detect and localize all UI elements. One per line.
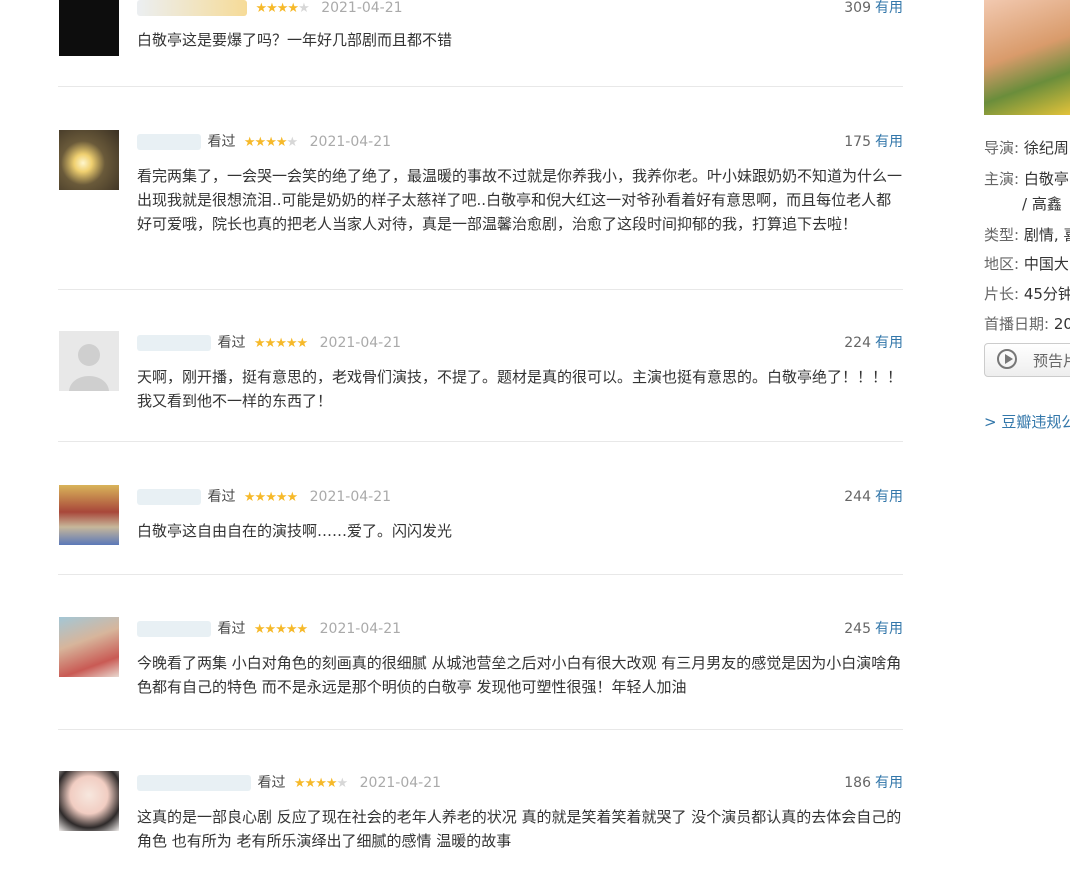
- useful-button[interactable]: 有用: [875, 335, 903, 351]
- avatar[interactable]: [59, 0, 119, 56]
- rating-stars: ★★★★★: [253, 622, 308, 637]
- vote-count: 224 有用: [844, 333, 903, 353]
- useful-button[interactable]: 有用: [875, 775, 903, 791]
- comment-text: 今晚看了两集 小白对角色的刻画真的很细腻 从城池营垒之后对小白有很大改观 有三月…: [137, 654, 902, 696]
- vote-count: 175 有用: [844, 132, 903, 152]
- comment-date: 2021-04-21: [321, 0, 403, 16]
- vote-count: 245 有用: [844, 619, 903, 639]
- runtime-value: 45分钟: [1023, 285, 1070, 303]
- director-label: 导演:: [984, 139, 1020, 157]
- useful-button[interactable]: 有用: [875, 621, 903, 637]
- avatar[interactable]: [59, 485, 119, 545]
- cast-row: 主演: 白敬亭: [984, 169, 1069, 189]
- vote-number: 224: [844, 335, 871, 351]
- vote-number: 186: [844, 775, 871, 791]
- useful-button[interactable]: 有用: [875, 134, 903, 150]
- comment-text: 白敬亭这自由自在的演技啊……爱了。闪闪发光: [137, 522, 453, 540]
- premiere-label: 首播日期:: [984, 315, 1050, 333]
- vote-count: 186 有用: [844, 773, 903, 793]
- vote-count: 244 有用: [844, 487, 903, 507]
- avatar[interactable]: [59, 331, 119, 391]
- comment-meta: 看过 ★★★★★ 2021-04-21 175 有用: [137, 132, 903, 152]
- region-value: 中国大: [1023, 255, 1069, 273]
- vote-number: 245: [844, 621, 871, 637]
- rating-stars: ★★★★★: [243, 490, 298, 505]
- region-row: 地区: 中国大: [984, 254, 1069, 274]
- rating-stars: ★★★★★: [253, 336, 308, 351]
- username-blurred[interactable]: [137, 335, 211, 351]
- comment-date: 2021-04-21: [359, 775, 442, 791]
- vote-number: 309: [844, 0, 871, 16]
- comment-item: 看过 ★★★★★ 2021-04-21 175 有用 看完两集了，一会哭一会笑的绝…: [58, 130, 903, 290]
- runtime-row: 片长: 45分钟: [984, 284, 1070, 304]
- region-label: 地区:: [984, 255, 1020, 273]
- comment-text: 看完两集了，一会哭一会笑的绝了绝了，最温暖的事故不过就是你养我小，我养你老。叶小…: [137, 167, 903, 233]
- comment-date: 2021-04-21: [319, 621, 402, 637]
- cast-more-row: / 高鑫: [1022, 194, 1062, 214]
- genre-label: 类型:: [984, 226, 1020, 244]
- comment-date: 2021-04-21: [319, 335, 402, 351]
- username-blurred[interactable]: [137, 621, 211, 637]
- comment-meta: 看过 ★★★★★ 2021-04-21 224 有用: [137, 333, 903, 353]
- comment-date: 2021-04-21: [309, 134, 392, 150]
- username-blurred[interactable]: [137, 775, 251, 791]
- vote-number: 244: [844, 489, 871, 505]
- director-link[interactable]: 徐纪周: [1024, 139, 1069, 157]
- username-blurred[interactable]: [137, 134, 201, 150]
- comment-item: 看过 ★★★★★ 2021-04-21 244 有用 白敬亭这自由自在的演技啊………: [58, 485, 903, 575]
- premiere-row: 首播日期: 20: [984, 314, 1070, 334]
- vote-number: 175: [844, 134, 871, 150]
- comment-item: 看过 ★★★★★ 2021-04-21 245 有用 今晚看了两集 小白对角色的刻…: [58, 617, 903, 730]
- director-row: 导演: 徐纪周: [984, 138, 1069, 158]
- username-blurred[interactable]: [137, 489, 201, 505]
- premiere-value: 20: [1053, 315, 1070, 333]
- cast-more-link[interactable]: / 高鑫: [1022, 195, 1062, 213]
- comment-text: 天啊，刚开播，挺有意思的，老戏骨们演技，不提了。题材是真的很可以。主演也挺有意思…: [137, 368, 903, 410]
- comment-item: 看过 ★★★★★ 2021-04-21 224 有用 天啊，刚开播，挺有意思的，老…: [58, 331, 903, 442]
- genre-value: 剧情, 喜: [1023, 226, 1070, 244]
- comment-text: 白敬亭这是要爆了吗？一年好几部剧而且都不错: [137, 31, 453, 49]
- comment-meta: 看过 ★★★★★ 2021-04-21 244 有用: [137, 487, 903, 507]
- watched-status: 看过: [207, 489, 236, 505]
- avatar[interactable]: [59, 130, 119, 190]
- useful-button[interactable]: 有用: [875, 0, 903, 16]
- poster-image[interactable]: [984, 0, 1070, 115]
- watched-status: 看过: [207, 134, 236, 150]
- report-link[interactable]: > 豆瓣违规公: [984, 411, 1070, 432]
- comment-meta: ★★★★★ 2021-04-21 309 有用: [137, 0, 903, 18]
- trailer-button[interactable]: 预告片: [984, 343, 1070, 377]
- comment-item: ★★★★★ 2021-04-21 309 有用 白敬亭这是要爆了吗？一年好几部剧而…: [58, 0, 903, 87]
- default-avatar-icon: [69, 344, 109, 391]
- comment-date: 2021-04-21: [309, 489, 392, 505]
- comment-meta: 看过 ★★★★★ 2021-04-21 245 有用: [137, 619, 903, 639]
- play-icon: [997, 349, 1017, 369]
- trailer-label: 预告片: [1033, 352, 1070, 370]
- cast-link[interactable]: 白敬亭: [1024, 170, 1069, 188]
- username-blurred[interactable]: [137, 0, 247, 16]
- comment-item: 看过 ★★★★★ 2021-04-21 186 有用 这真的是一部良心剧 反应了现…: [58, 771, 903, 871]
- cast-label: 主演:: [984, 170, 1020, 188]
- rating-stars: ★★★★★: [255, 1, 309, 16]
- useful-button[interactable]: 有用: [875, 489, 903, 505]
- comment-meta: 看过 ★★★★★ 2021-04-21 186 有用: [137, 773, 903, 793]
- avatar[interactable]: [59, 617, 119, 677]
- vote-count: 309 有用: [844, 0, 903, 18]
- watched-status: 看过: [217, 335, 246, 351]
- avatar[interactable]: [59, 771, 119, 831]
- comment-text: 这真的是一部良心剧 反应了现在社会的老年人养老的状况 真的就是笑着笑着就哭了 没…: [137, 808, 902, 850]
- watched-status: 看过: [217, 621, 246, 637]
- watched-status: 看过: [257, 775, 286, 791]
- genre-row: 类型: 剧情, 喜: [984, 225, 1070, 245]
- rating-stars: ★★★★★: [243, 135, 298, 150]
- rating-stars: ★★★★★: [293, 776, 348, 791]
- subject-info-sidebar: 导演: 徐纪周 主演: 白敬亭 / 高鑫 类型: 剧情, 喜 地区: 中国大 片…: [984, 0, 1070, 836]
- runtime-label: 片长:: [984, 285, 1020, 303]
